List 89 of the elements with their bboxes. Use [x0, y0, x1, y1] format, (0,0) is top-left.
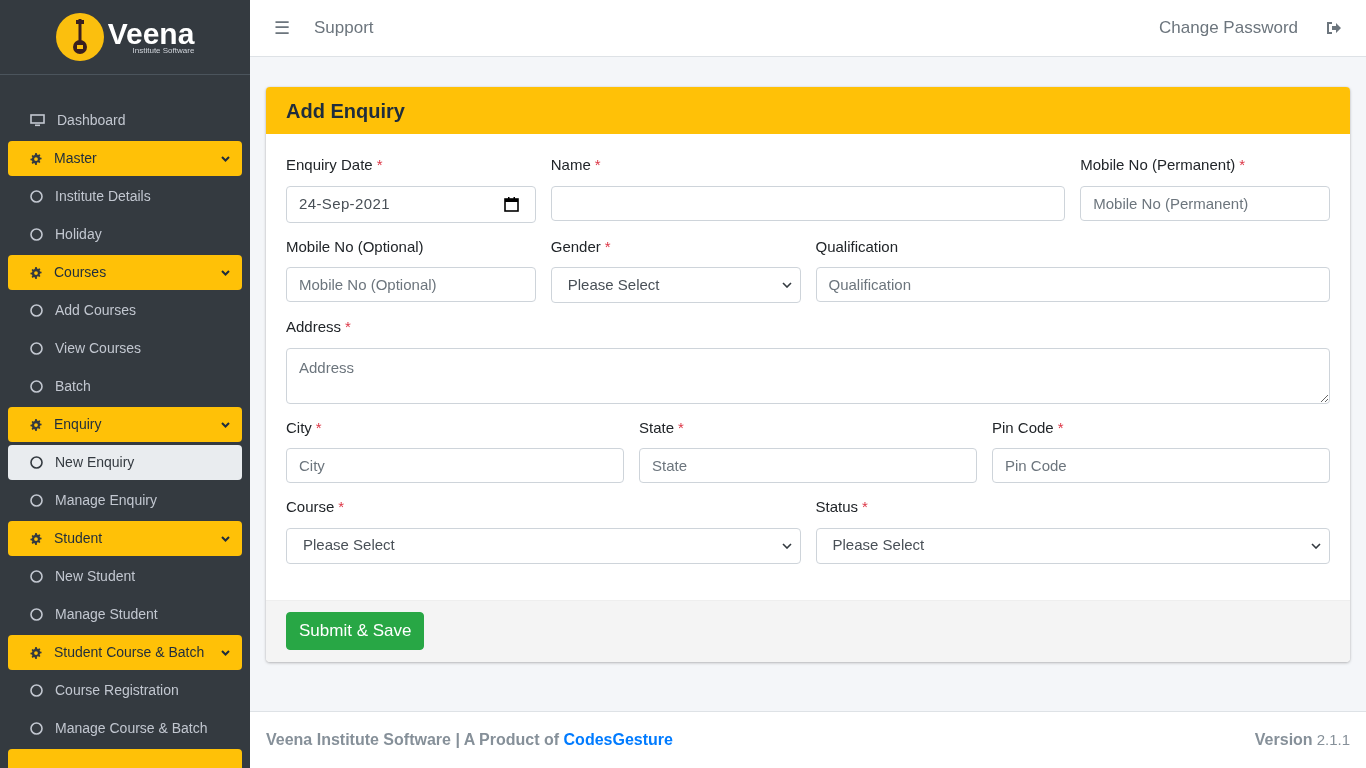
sidebar-item[interactable]: View Courses [8, 331, 242, 366]
field-label: Mobile No (Optional) [286, 236, 424, 257]
brand-name: Veena [107, 19, 195, 49]
gear-icon [30, 152, 42, 165]
support-link[interactable]: Support [298, 15, 390, 41]
logout-icon[interactable] [1326, 21, 1342, 35]
sidebar-item[interactable]: Dashboard [8, 103, 242, 138]
circle-icon [30, 380, 43, 393]
card-title: Add Enquiry [286, 98, 405, 124]
sidebar-item[interactable]: Add Courses [8, 293, 242, 328]
sidebar-group[interactable]: Enquiry [8, 407, 242, 442]
chevron-icon [781, 542, 792, 549]
monitor-icon [30, 114, 45, 127]
required-mark: * [594, 155, 601, 175]
sidebar-item[interactable]: Manage Enquiry [8, 483, 242, 518]
chevron-icon [221, 535, 230, 542]
required-mark: * [338, 497, 345, 517]
sidebar-item[interactable]: Batch [8, 369, 242, 404]
circle-icon [30, 684, 43, 697]
required-mark: * [1239, 155, 1246, 175]
sidebar-group[interactable]: Student Course & Batch [8, 635, 242, 670]
version-number: 2.1.1 [1316, 729, 1350, 750]
sidebar-item[interactable]: Institute Details [8, 179, 242, 214]
required-mark: * [315, 417, 322, 438]
required-mark: * [345, 317, 351, 337]
input-field[interactable]: Pin Code [992, 448, 1330, 483]
sidebar-group[interactable]: Master [8, 141, 242, 176]
field-label: Course [286, 497, 335, 517]
version-label: Version [1254, 730, 1313, 750]
input-field[interactable]: Mobile No (Permanent) [1080, 185, 1330, 221]
chevron-icon [221, 421, 230, 428]
footer-text: Veena Institute Software | A Product of [266, 731, 560, 748]
gear-icon [30, 418, 42, 431]
sidebar-item[interactable]: Manage Course & Batch [8, 711, 242, 746]
field-label: Mobile No (Permanent) [1080, 155, 1236, 175]
circle-icon [30, 456, 43, 469]
gear-icon [30, 266, 42, 279]
chevron-icon [221, 155, 230, 162]
address-field[interactable]: Address [286, 347, 1330, 404]
sidebar-item[interactable]: Manage Student [8, 597, 242, 632]
required-mark: * [1057, 417, 1064, 438]
circle-icon [30, 570, 43, 583]
circle-icon [30, 722, 43, 735]
sidebar-item[interactable]: New Enquiry [8, 445, 242, 480]
required-mark: * [376, 155, 383, 175]
veena-logo-icon [55, 13, 104, 61]
field-label: Address [286, 317, 342, 337]
input-field[interactable]: Mobile No (Optional) [286, 267, 536, 302]
date-field[interactable]: 24-Sep-2021 [286, 185, 536, 223]
field-label: Status [815, 497, 859, 517]
select-field[interactable]: Please Select [815, 527, 1330, 564]
input-field[interactable]: State [639, 448, 977, 483]
select-field[interactable]: Please Select [286, 527, 801, 564]
change-password-link[interactable]: Change Password [1143, 15, 1314, 41]
circle-icon [30, 304, 43, 317]
chevron-icon [781, 282, 792, 288]
required-mark: * [678, 417, 684, 438]
circle-icon [30, 228, 43, 241]
menu-button[interactable]: ☰ [266, 14, 298, 42]
circle-icon [30, 190, 43, 203]
sidebar-item[interactable]: New Student [8, 559, 242, 594]
sidebar-group[interactable]: Courses [8, 255, 242, 290]
required-mark: * [862, 497, 868, 517]
gear-icon [30, 646, 42, 659]
field-label: Enquiry Date [286, 155, 373, 175]
field-label: Pin Code [992, 417, 1054, 438]
field-label: Qualification [815, 236, 899, 257]
brand-tagline: Institute Software [132, 47, 195, 55]
circle-icon [30, 342, 43, 355]
sidebar-group[interactable]: Student [8, 521, 242, 556]
field-label: Name [550, 155, 591, 175]
field-label: State [639, 417, 675, 438]
chevron-icon [1311, 542, 1321, 549]
field-label: Gender [550, 236, 601, 257]
input-field[interactable]: City [286, 448, 624, 483]
footer-link[interactable]: CodesGesture [563, 731, 673, 748]
input-field[interactable] [550, 185, 1066, 221]
sidebar-item[interactable]: Course Registration [8, 673, 242, 708]
calendar-icon [503, 196, 519, 212]
chevron-icon [221, 269, 230, 276]
required-mark: * [604, 236, 611, 257]
circle-icon [30, 608, 43, 621]
input-field[interactable]: Qualification [815, 267, 1330, 302]
chevron-icon [221, 649, 230, 656]
gear-icon [30, 532, 42, 545]
field-label: City [286, 417, 312, 438]
circle-icon [30, 494, 43, 507]
sidebar-item[interactable]: Holiday [8, 217, 242, 252]
select-field[interactable]: Please Select [550, 267, 801, 303]
